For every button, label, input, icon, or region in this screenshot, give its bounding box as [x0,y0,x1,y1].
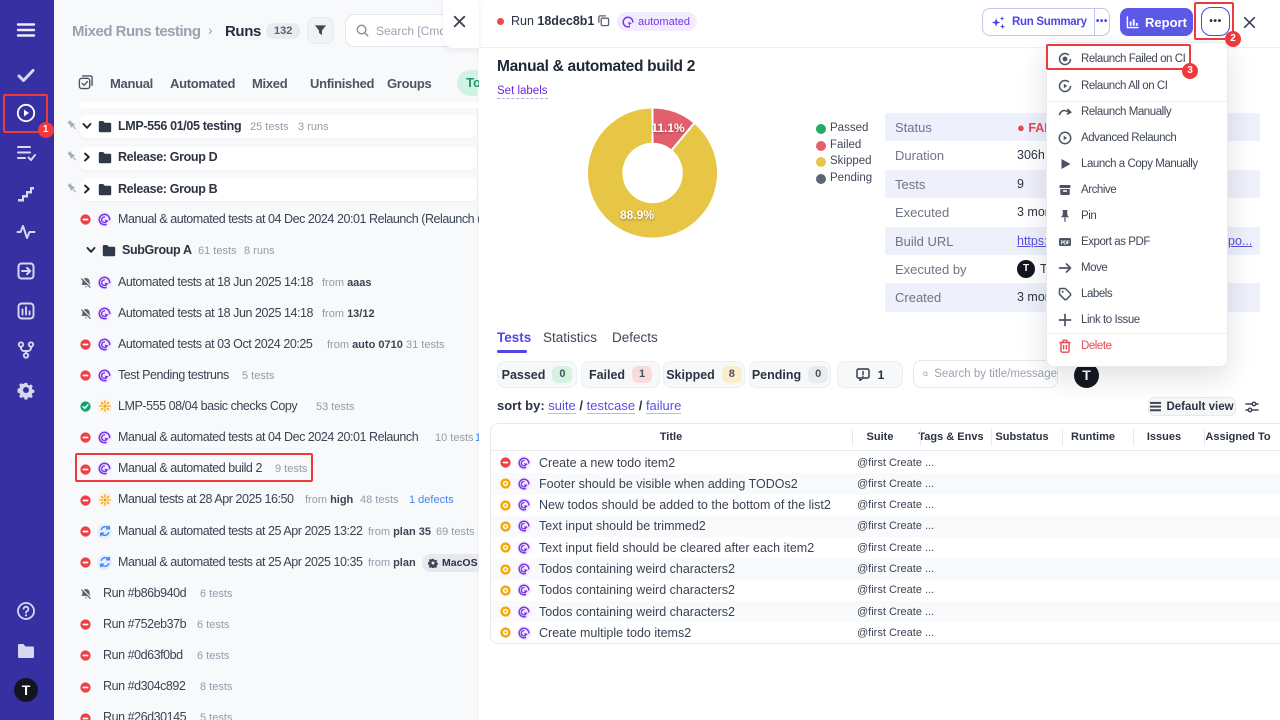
svg-text:11.1%: 11.1% [651,121,685,135]
svg-text:88.9%: 88.9% [620,208,654,222]
svg-text:PDF: PDF [1061,240,1070,246]
